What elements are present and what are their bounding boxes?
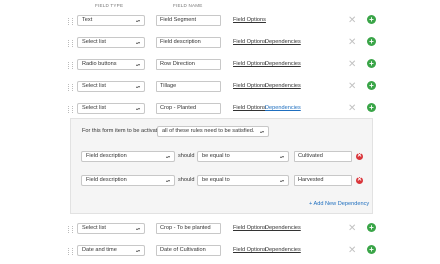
chevron-updown-icon: ▴▾ (259, 129, 264, 134)
plus-circle-icon[interactable]: + (367, 59, 376, 68)
drag-handle-icon[interactable] (68, 226, 73, 233)
header-field-name: FIELD NAME (173, 3, 203, 8)
plus-circle-icon[interactable]: + (367, 245, 376, 254)
dependencies-link[interactable]: Dependencies (265, 39, 301, 45)
dependencies-link[interactable]: Dependencies (265, 225, 301, 231)
field-name-input[interactable]: Field Segment (156, 15, 221, 26)
field-row: Select list ▴▾ Field description Field Op… (0, 37, 440, 51)
field-name-input[interactable]: Row Direction (156, 59, 221, 70)
dependencies-link[interactable]: Dependencies (265, 105, 301, 111)
field-type-select[interactable]: Select list ▴▾ (77, 103, 145, 114)
rule-match-select[interactable]: all of these rules need to be satisfied.… (157, 126, 269, 137)
field-options-link[interactable]: Field Options (233, 225, 266, 231)
dependencies-link[interactable]: Dependencies (265, 247, 301, 253)
field-name-input[interactable]: Crop - To be planted (156, 223, 221, 234)
chevron-updown-icon: ▴▾ (135, 18, 140, 23)
chevron-updown-icon: ▴▾ (135, 106, 140, 111)
rule-should-label: should (178, 153, 195, 159)
field-options-link[interactable]: Field Options (233, 105, 266, 111)
chevron-updown-icon: ▴▾ (135, 84, 140, 89)
remove-circle-icon[interactable]: ✕ (356, 153, 363, 160)
chevron-updown-icon: ▴▾ (279, 154, 284, 159)
remove-circle-icon[interactable]: ✕ (356, 177, 363, 184)
field-options-link[interactable]: Field Options (233, 61, 266, 67)
drag-handle-icon[interactable] (68, 84, 73, 91)
close-icon[interactable]: ✕ (348, 60, 356, 70)
field-name-input[interactable]: Crop - Planted (156, 103, 221, 114)
field-row: Date and time ▴▾ Date of Cultivation Fiel… (0, 245, 440, 259)
plus-circle-icon[interactable]: + (367, 103, 376, 112)
field-type-select[interactable]: Select list ▴▾ (77, 81, 145, 92)
field-name-input[interactable]: Field description (156, 37, 221, 48)
field-row: Select list ▴▾ Crop - Planted Field Optio… (0, 103, 440, 117)
chevron-updown-icon: ▴▾ (135, 226, 140, 231)
rule-operator-select[interactable]: be equal to ▴▾ (197, 175, 289, 186)
drag-handle-icon[interactable] (68, 106, 73, 113)
close-icon[interactable]: ✕ (348, 82, 356, 92)
close-icon[interactable]: ✕ (348, 38, 356, 48)
plus-circle-icon[interactable]: + (367, 37, 376, 46)
chevron-updown-icon: ▴▾ (135, 62, 140, 67)
drag-handle-icon[interactable] (68, 248, 73, 255)
dependency-intro: For this form item to be activated (82, 128, 164, 134)
field-row: Select list ▴▾ Tillage Field Options Depe… (0, 81, 440, 95)
rule-value-input[interactable]: Harvested (294, 175, 352, 186)
chevron-updown-icon: ▴▾ (135, 40, 140, 45)
rule-should-label: should (178, 177, 195, 183)
close-icon[interactable]: ✕ (348, 104, 356, 114)
field-type-select[interactable]: Text ▴▾ (77, 15, 145, 26)
field-name-input[interactable]: Date of Cultivation (156, 245, 221, 256)
chevron-updown-icon: ▴▾ (165, 154, 170, 159)
field-options-link[interactable]: Field Options (233, 39, 266, 45)
drag-handle-icon[interactable] (68, 62, 73, 69)
field-type-select[interactable]: Radio buttons ▴▾ (77, 59, 145, 70)
field-name-input[interactable]: Tillage (156, 81, 221, 92)
close-icon[interactable]: ✕ (348, 16, 356, 26)
field-type-select[interactable]: Select list ▴▾ (77, 37, 145, 48)
dependency-panel: For this form item to be activated all o… (70, 118, 373, 214)
drag-handle-icon[interactable] (68, 18, 73, 25)
chevron-updown-icon: ▴▾ (279, 178, 284, 183)
chevron-updown-icon: ▴▾ (135, 248, 140, 253)
close-icon[interactable]: ✕ (348, 224, 356, 234)
field-row: Text ▴▾ Field Segment Field Options ✕ + (0, 15, 440, 29)
plus-circle-icon[interactable]: + (367, 81, 376, 90)
rule-field-select[interactable]: Field description ▴▾ (81, 175, 175, 186)
close-icon[interactable]: ✕ (348, 246, 356, 256)
dependencies-link[interactable]: Dependencies (265, 61, 301, 67)
rule-operator-select[interactable]: be equal to ▴▾ (197, 151, 289, 162)
chevron-updown-icon: ▴▾ (165, 178, 170, 183)
plus-circle-icon[interactable]: + (367, 15, 376, 24)
rule-value-input[interactable]: Cultivated (294, 151, 352, 162)
header-field-type: FIELD TYPE (95, 3, 124, 8)
field-row: Select list ▴▾ Crop - To be planted Field… (0, 223, 440, 237)
dependencies-link[interactable]: Dependencies (265, 83, 301, 89)
field-options-link[interactable]: Field Options (233, 247, 266, 253)
field-row: Radio buttons ▴▾ Row Direction Field Opti… (0, 59, 440, 73)
field-type-select[interactable]: Date and time ▴▾ (77, 245, 145, 256)
plus-circle-icon[interactable]: + (367, 223, 376, 232)
rule-field-select[interactable]: Field description ▴▾ (81, 151, 175, 162)
drag-handle-icon[interactable] (68, 40, 73, 47)
field-type-select[interactable]: Select list ▴▾ (77, 223, 145, 234)
field-options-link[interactable]: Field Options (233, 83, 266, 89)
add-dependency-link[interactable]: + Add New Dependency (309, 201, 369, 207)
field-options-link[interactable]: Field Options (233, 17, 266, 23)
